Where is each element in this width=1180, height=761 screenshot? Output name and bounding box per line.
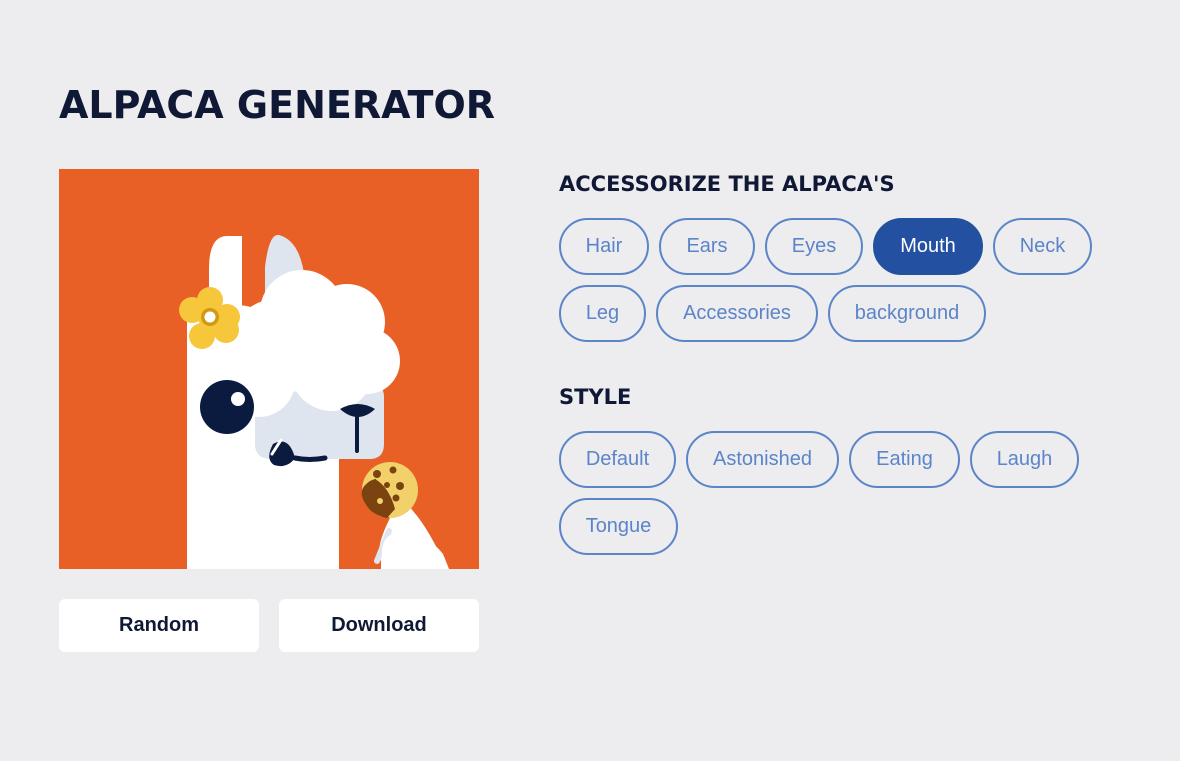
style-astonished[interactable]: Astonished [686, 431, 839, 488]
option-background[interactable]: background [828, 285, 986, 342]
alpaca-eye [200, 380, 254, 434]
accessorize-title: ACCESSORIZE THE ALPACA'S [559, 172, 895, 196]
style-default[interactable]: Default [559, 431, 676, 488]
alpaca-preview [59, 169, 479, 569]
page-title: ALPACA GENERATOR [59, 83, 496, 127]
option-mouth[interactable]: Mouth [873, 218, 983, 275]
random-button[interactable]: Random [59, 599, 259, 652]
option-eyes[interactable]: Eyes [765, 218, 863, 275]
option-neck[interactable]: Neck [993, 218, 1092, 275]
option-leg[interactable]: Leg [559, 285, 646, 342]
style-tongue[interactable]: Tongue [559, 498, 678, 555]
style-title: STYLE [559, 385, 632, 409]
option-accessories[interactable]: Accessories [656, 285, 818, 342]
download-button[interactable]: Download [279, 599, 479, 652]
style-laugh[interactable]: Laugh [970, 431, 1079, 488]
style-eating[interactable]: Eating [849, 431, 960, 488]
option-hair[interactable]: Hair [559, 218, 649, 275]
option-ears[interactable]: Ears [659, 218, 755, 275]
